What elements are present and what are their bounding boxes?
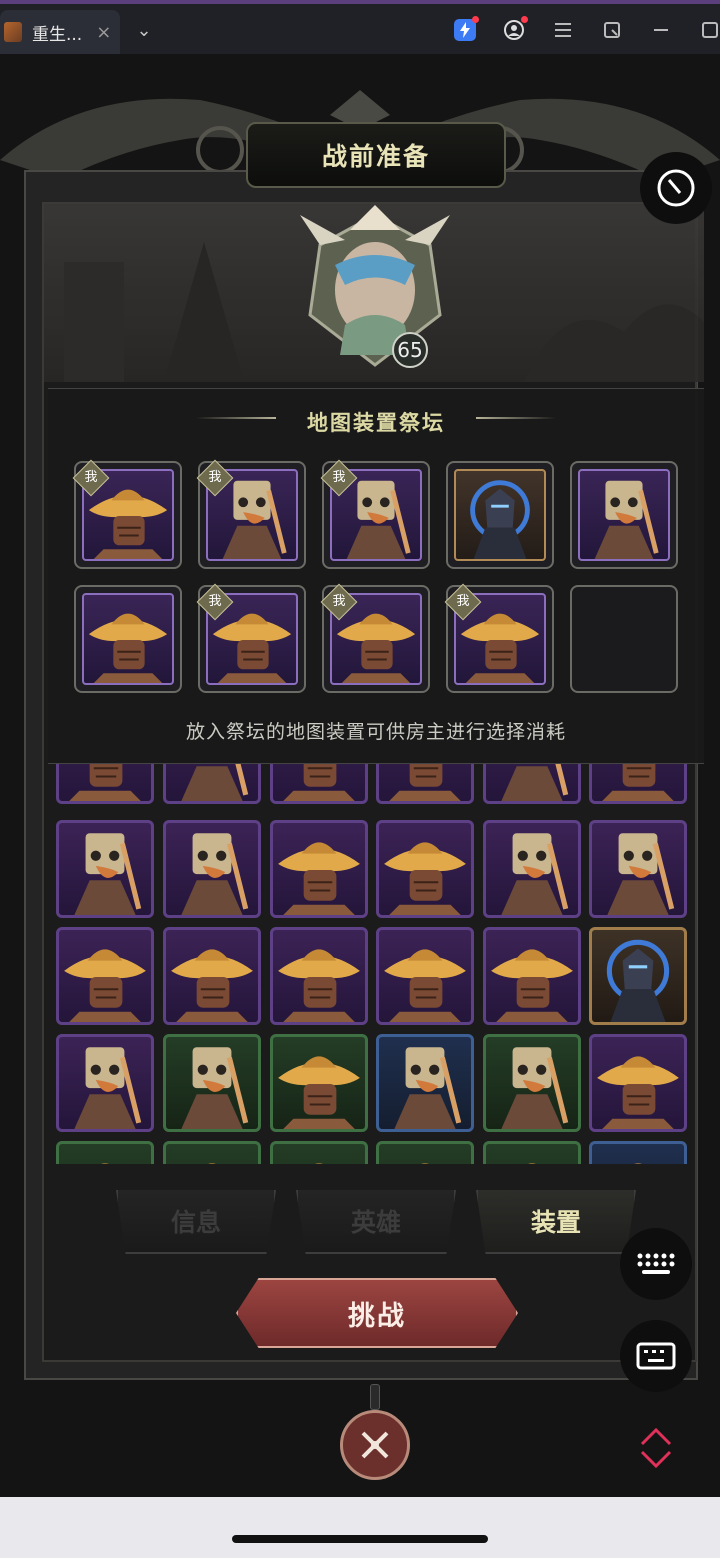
device-inventory-grid[interactable] bbox=[52, 764, 692, 1164]
inventory-device-straw-hat-scarecrow[interactable] bbox=[270, 764, 368, 804]
inventory-device-bucket-head-scarecrow[interactable] bbox=[163, 764, 261, 804]
tab-title: 重生... bbox=[32, 24, 83, 45]
game-screen: 重生... × ⌄ 战前准备 65 地图装置祭坛 我 我 我 我 我 我 放入祭… bbox=[0, 0, 720, 1558]
inventory-device-straw-hat-scarecrow[interactable] bbox=[270, 927, 368, 1025]
altar-popup: 地图装置祭坛 我我我我我我 放入祭坛的地图装置可供房主进行选择消耗 bbox=[48, 388, 704, 764]
keyboard-dots-button[interactable] bbox=[620, 1228, 692, 1300]
inventory-device-bucket-head-scarecrow[interactable] bbox=[483, 764, 581, 804]
inventory-device-straw-hat-scarecrow[interactable] bbox=[270, 820, 368, 918]
maximize-icon[interactable] bbox=[698, 18, 720, 42]
altar-hint: 放入祭坛的地图装置可供房主进行选择消耗 bbox=[185, 721, 566, 743]
challenge-label: 挑战 bbox=[348, 1300, 406, 1332]
swords-button[interactable] bbox=[340, 1410, 410, 1480]
tab-close-icon[interactable]: × bbox=[96, 22, 111, 43]
inventory-device-straw-hat-scarecrow[interactable] bbox=[483, 1141, 581, 1164]
scarecrow-bucket-head-icon bbox=[578, 469, 670, 561]
inventory-device-straw-hat-scarecrow[interactable] bbox=[56, 1141, 154, 1164]
timer-button[interactable] bbox=[640, 152, 712, 224]
tab-devices[interactable]: 装置 bbox=[476, 1190, 636, 1254]
altar-slot[interactable]: 我 bbox=[320, 459, 430, 569]
title-plate: 战前准备 bbox=[246, 122, 506, 188]
inventory-device-bucket-head-scarecrow[interactable] bbox=[483, 1034, 581, 1132]
browser-tab-bar: 重生... × ⌄ bbox=[0, 0, 720, 54]
account-icon[interactable] bbox=[502, 16, 528, 42]
altar-slot[interactable]: 我 bbox=[196, 459, 306, 569]
keyboard-toggle-button[interactable] bbox=[620, 1320, 692, 1392]
window-icon[interactable] bbox=[600, 18, 624, 42]
challenge-button[interactable]: 挑战 bbox=[236, 1278, 518, 1348]
inventory-device-bucket-head-scarecrow[interactable] bbox=[589, 820, 687, 918]
inventory-device-bucket-head-scarecrow[interactable] bbox=[56, 820, 154, 918]
tab-heroes[interactable]: 英雄 bbox=[296, 1190, 456, 1254]
inventory-device-straw-hat-scarecrow[interactable] bbox=[270, 1034, 368, 1132]
hero-portrait[interactable] bbox=[290, 205, 460, 370]
dark-knight-icon bbox=[454, 469, 546, 561]
tab-dropdown-icon[interactable]: ⌄ bbox=[132, 18, 156, 42]
lightning-icon[interactable] bbox=[453, 16, 479, 42]
connector-ornament bbox=[370, 1384, 380, 1410]
inventory-device-straw-hat-scarecrow[interactable] bbox=[376, 927, 474, 1025]
inventory-device-straw-hat-scarecrow[interactable] bbox=[376, 1141, 474, 1164]
inventory-device-straw-hat-scarecrow[interactable] bbox=[270, 1141, 368, 1164]
home-indicator[interactable] bbox=[232, 1535, 488, 1543]
altar-slot[interactable]: 我 bbox=[72, 459, 182, 569]
inventory-device-straw-hat-scarecrow[interactable] bbox=[56, 927, 154, 1025]
altar-slot[interactable]: 我 bbox=[196, 583, 306, 693]
scarecrow-straw-hat-icon bbox=[82, 593, 174, 685]
inventory-device-bucket-head-scarecrow[interactable] bbox=[163, 820, 261, 918]
timer-icon bbox=[657, 169, 695, 207]
inventory-device-straw-hat-scarecrow[interactable] bbox=[163, 1141, 261, 1164]
swords-icon bbox=[361, 1431, 389, 1459]
inventory-device-straw-hat-scarecrow[interactable] bbox=[163, 927, 261, 1025]
minimize-icon[interactable] bbox=[649, 18, 673, 42]
hero-level-badge: 65 bbox=[392, 332, 428, 368]
menu-icon[interactable] bbox=[551, 18, 575, 42]
altar-slot-empty[interactable] bbox=[570, 585, 678, 693]
altar-slot[interactable]: 我 bbox=[320, 583, 430, 693]
inventory-device-straw-hat-scarecrow[interactable] bbox=[589, 1141, 687, 1164]
collapse-icon[interactable] bbox=[636, 1426, 676, 1470]
tab-info[interactable]: 信息 bbox=[116, 1190, 276, 1254]
inventory-device-straw-hat-scarecrow[interactable] bbox=[56, 764, 154, 804]
inventory-device-dark-knight[interactable] bbox=[589, 927, 687, 1025]
inventory-device-bucket-head-scarecrow[interactable] bbox=[56, 1034, 154, 1132]
altar-slot[interactable] bbox=[74, 585, 182, 693]
system-nav-bar bbox=[0, 1497, 720, 1558]
altar-slot[interactable] bbox=[570, 461, 678, 569]
inventory-device-straw-hat-scarecrow[interactable] bbox=[376, 764, 474, 804]
keyboard-icon bbox=[637, 1253, 675, 1274]
keyboard-icon bbox=[636, 1342, 676, 1370]
inventory-device-bucket-head-scarecrow[interactable] bbox=[376, 1034, 474, 1132]
altar-slot[interactable]: 我 bbox=[444, 583, 554, 693]
inventory-device-bucket-head-scarecrow[interactable] bbox=[163, 1034, 261, 1132]
title-divider-right bbox=[476, 417, 556, 419]
browser-tab[interactable]: 重生... × bbox=[0, 10, 120, 54]
inventory-device-straw-hat-scarecrow[interactable] bbox=[483, 927, 581, 1025]
inventory-device-straw-hat-scarecrow[interactable] bbox=[589, 764, 687, 804]
inventory-device-straw-hat-scarecrow[interactable] bbox=[589, 1034, 687, 1132]
altar-slot[interactable] bbox=[446, 461, 554, 569]
altar-title: 地图装置祭坛 bbox=[307, 411, 445, 435]
inventory-device-bucket-head-scarecrow[interactable] bbox=[483, 820, 581, 918]
game-favicon-icon bbox=[4, 22, 22, 42]
inventory-device-straw-hat-scarecrow[interactable] bbox=[376, 820, 474, 918]
page-title: 战前准备 bbox=[321, 142, 430, 171]
